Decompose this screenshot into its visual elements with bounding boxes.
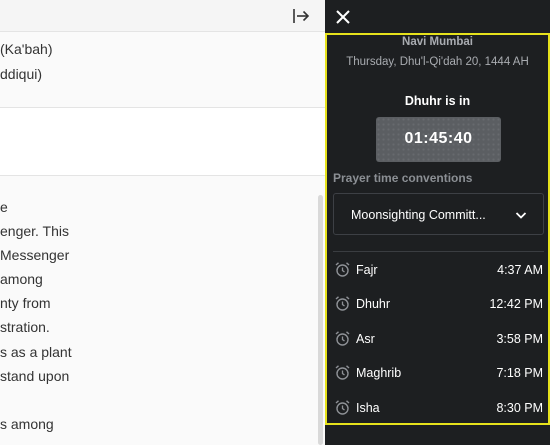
prayer-time: 8:30 PM [496,401,543,415]
alarm-clock-icon [334,330,351,347]
prayer-name: Dhuhr [356,297,391,311]
prayer-time: 3:58 PM [496,332,543,346]
text-line: nty from [0,295,51,311]
text-line: among [0,271,43,287]
close-icon[interactable] [334,8,352,26]
scrollbar-thumb[interactable] [318,195,323,445]
text-line: enger. This [0,223,70,239]
countdown-timer: 01:45:40 [404,130,473,147]
prayer-name: Asr [356,332,375,346]
prayer-row-maghrib: Maghrib 7:18 PM [325,360,550,386]
text-line: s among [0,416,54,432]
convention-select[interactable]: Moonsighting Committ... [333,193,544,235]
convention-selected-value: Moonsighting Committ... [351,208,486,222]
collapse-panel-icon[interactable] [291,6,311,26]
text-line: s as a plant [0,344,72,360]
prayer-time: 4:37 AM [497,263,543,277]
reader-toolbar [0,0,325,32]
alarm-clock-icon [334,399,351,416]
alarm-clock-icon [334,295,351,312]
hijri-date: Thursday, Dhu'l-Qi'dah 20, 1444 AH [346,56,529,68]
text-line: stration. [0,319,50,335]
chevron-down-icon [514,208,528,222]
next-prayer-label: Dhuhr is in [404,94,471,108]
reference-text: (Ka'bah) [0,41,53,57]
prayer-row-isha: Isha 8:30 PM [325,395,550,421]
conventions-label: Prayer time conventions [333,171,473,185]
text-line: e [0,199,8,215]
prayer-name: Fajr [356,263,378,277]
text-line: stand upon [0,368,70,384]
prayer-name: Maghrib [356,366,402,380]
reading-panel: (Ka'bah) ddiqui) e enger. This Messenger… [0,0,325,445]
content-card [0,108,325,176]
prayer-row-dhuhr: Dhuhr 12:42 PM [325,291,550,317]
prayer-times-panel: Navi Mumbai Thursday, Dhu'l-Qi'dah 20, 1… [325,0,550,445]
prayer-row-fajr: Fajr 4:37 AM [325,257,550,283]
prayer-row-asr: Asr 3:58 PM [325,326,550,352]
reference-text: ddiqui) [0,66,43,82]
alarm-clock-icon [334,261,351,278]
divider [333,251,544,252]
prayer-time: 7:18 PM [496,366,543,380]
prayer-time: 12:42 PM [489,297,543,311]
text-line: Messenger [0,247,70,263]
alarm-clock-icon [334,364,351,381]
prayer-name: Isha [356,401,380,415]
city-name: Navi Mumbai [402,36,473,48]
